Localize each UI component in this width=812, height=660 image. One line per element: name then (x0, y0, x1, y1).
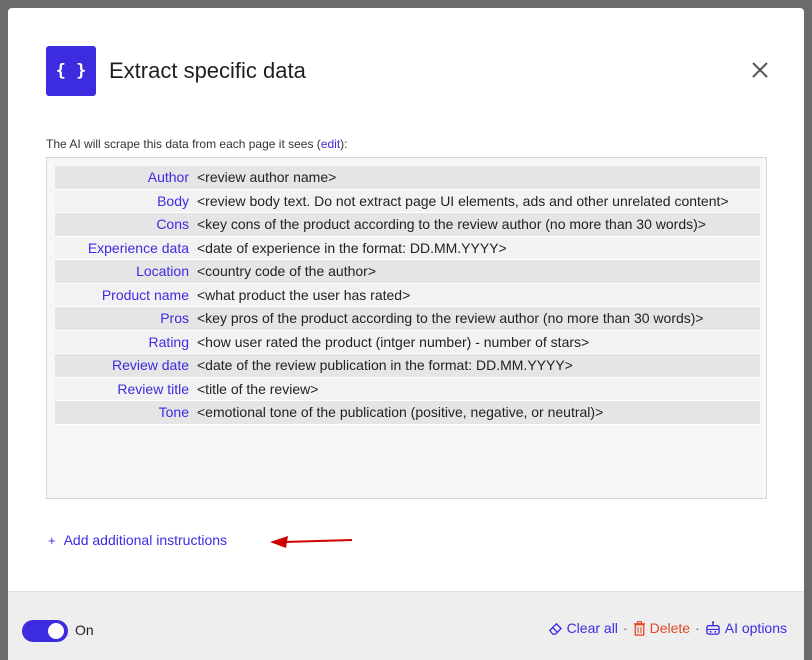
field-key: Pros (55, 307, 193, 331)
edit-link[interactable]: edit (321, 137, 340, 151)
field-row: Review date <date of the review publicati… (55, 354, 760, 378)
add-instructions-label: Add additional instructions (63, 532, 228, 548)
fields-box: Author <review author name> Body <review bo… (46, 157, 767, 499)
toggle-knob (48, 623, 64, 639)
field-key: Review date (55, 354, 193, 378)
dialog-footer: On Clear all · Delete · AI options (8, 591, 804, 660)
field-key: Experience data (55, 236, 193, 260)
field-key: Body (55, 189, 193, 213)
field-value: <date of experience in the format: DD.MM… (193, 236, 760, 260)
ai-options-button[interactable]: AI options (705, 620, 787, 636)
field-row: Review title <title of the review> (55, 377, 760, 401)
field-value: <review body text. Do not extract page U… (193, 189, 760, 213)
field-key: Cons (55, 213, 193, 237)
separator: · (622, 620, 628, 636)
field-row: Pros <key pros of the product according t… (55, 307, 760, 331)
field-row: Tone <emotional tone of the publication (… (55, 401, 760, 425)
intro-prefix: The AI will scrape this data from each p… (46, 137, 321, 151)
field-value: <emotional tone of the publication (posi… (193, 401, 760, 425)
dialog-header: { } Extract specific data (46, 46, 306, 96)
fields-table: Author <review author name> Body <review bo… (55, 166, 760, 425)
add-instructions-button[interactable]: + Add additional instructions (48, 532, 227, 548)
field-value: <country code of the author> (193, 260, 760, 284)
trash-icon (633, 620, 645, 636)
field-key: Author (55, 166, 193, 190)
field-value: <how user rated the product (intger numb… (193, 330, 760, 354)
close-icon (752, 62, 768, 78)
braces-icon: { } (46, 46, 96, 96)
field-key: Location (55, 260, 193, 284)
field-row: Author <review author name> (55, 166, 760, 190)
annotation-arrow-icon (270, 536, 353, 548)
field-row: Location <country code of the author> (55, 260, 760, 284)
clear-all-label: Clear all (566, 620, 618, 636)
field-value: <date of the review publication in the f… (193, 354, 760, 378)
field-value: <review author name> (193, 166, 760, 190)
field-value: <what product the user has rated> (193, 283, 760, 307)
delete-button[interactable]: Delete (633, 620, 690, 636)
on-toggle[interactable] (22, 620, 68, 642)
separator: · (695, 620, 700, 636)
field-value: <key pros of the product according to th… (193, 307, 760, 331)
field-row: Cons <key cons of the product according t… (55, 213, 760, 237)
eraser-icon (548, 622, 562, 635)
dialog-title: Extract specific data (109, 58, 306, 83)
field-key: Product name (55, 283, 193, 307)
robot-icon (705, 620, 720, 635)
clear-all-button[interactable]: Clear all (548, 620, 618, 636)
toggle-label: On (75, 622, 94, 638)
delete-label: Delete (649, 620, 691, 636)
close-button[interactable] (750, 60, 770, 80)
field-key: Tone (55, 401, 193, 425)
plus-icon: + (48, 532, 56, 548)
field-value: <key cons of the product according to th… (193, 213, 760, 237)
field-value: <title of the review> (193, 377, 760, 401)
field-key: Rating (55, 330, 193, 354)
extract-data-dialog: { } Extract specific data The AI will sc… (8, 8, 804, 660)
field-row: Rating <how user rated the product (intge… (55, 330, 760, 354)
field-row: Experience data <date of experience in th… (55, 236, 760, 260)
field-row: Body <review body text. Do not extract pa… (55, 189, 760, 213)
field-key: Review title (55, 377, 193, 401)
intro-suffix: ): (340, 137, 348, 151)
ai-options-label: AI options (724, 620, 787, 636)
field-row: Product name <what product the user has r… (55, 283, 760, 307)
intro-text: The AI will scrape this data from each p… (46, 137, 348, 151)
footer-actions: Clear all · Delete · AI options (548, 620, 787, 636)
